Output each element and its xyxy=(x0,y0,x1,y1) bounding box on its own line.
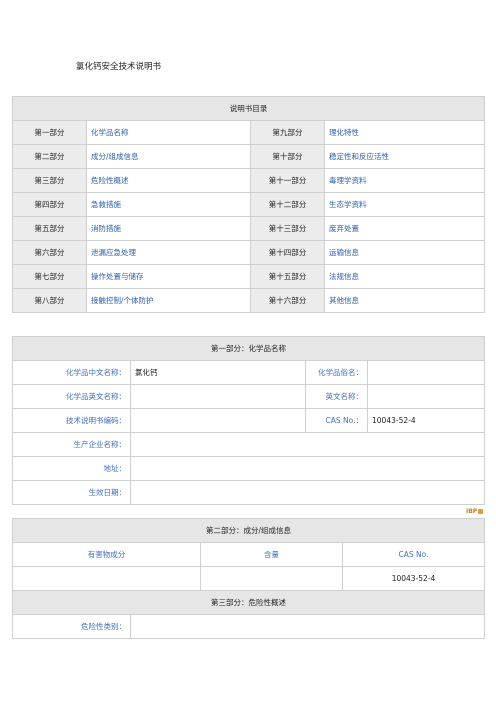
alias-value xyxy=(367,360,485,385)
part3-header: 第三部分：危险性概述 xyxy=(11,590,486,615)
toc-row: 第五部分 消防措施 第十三部分 废弃处置 xyxy=(12,216,485,241)
toc-part: 第七部分 xyxy=(12,264,87,289)
maker-value xyxy=(130,432,485,457)
toc-link[interactable]: 运输信息 xyxy=(324,240,485,265)
toc-row: 第七部分 操作处置与储存 第十五部分 法规信息 xyxy=(12,264,485,289)
toc-link[interactable]: 毒理学资料 xyxy=(324,168,485,193)
tech-code-label: 技术说明书编码： xyxy=(12,408,131,433)
col-content-header: 含量 xyxy=(200,542,343,567)
logo-mark-icon xyxy=(478,509,484,514)
tech-code-value xyxy=(130,408,306,433)
cn-name-value: 氯化钙 xyxy=(130,360,306,385)
toc-link[interactable]: 泄漏应急处理 xyxy=(86,240,251,265)
toc-part: 第十部分 xyxy=(250,144,325,169)
en-name-label: 化学品英文名称： xyxy=(12,384,131,409)
part2-3-table: 第二部分：成分/组成信息 有害物成分 含量 CAS No. 10043-52-4… xyxy=(11,518,486,639)
logo-text: IBP xyxy=(466,508,478,515)
toc-link[interactable]: 法规信息 xyxy=(324,264,485,289)
toc-link[interactable]: 急救措施 xyxy=(86,192,251,217)
toc-link[interactable]: 消防措施 xyxy=(86,216,251,241)
cas-value: 10043-52-4 xyxy=(367,408,485,433)
toc-link[interactable]: 理化特性 xyxy=(324,120,485,145)
toc-part: 第十一部分 xyxy=(250,168,325,193)
toc-part: 第三部分 xyxy=(12,168,87,193)
toc-link[interactable]: 其他信息 xyxy=(324,288,485,313)
component-cell xyxy=(12,566,201,591)
hazard-class-value xyxy=(129,614,486,639)
toc-row: 第二部分 成分/组成信息 第十部分 稳定性和反应活性 xyxy=(12,144,485,169)
cn-name-label: 化学品中文名称： xyxy=(12,360,131,385)
content-cell xyxy=(200,566,343,591)
toc-part: 第十四部分 xyxy=(250,240,325,265)
toc-row: 第三部分 危险性概述 第十一部分 毒理学资料 xyxy=(12,168,485,193)
toc-link[interactable]: 化学品名称 xyxy=(86,120,251,145)
alias-label: 化学品俗名： xyxy=(305,360,368,385)
toc-part: 第十二部分 xyxy=(250,192,325,217)
toc-row: 第四部分 急救措施 第十二部分 生态学资料 xyxy=(12,192,485,217)
toc-link[interactable]: 接触控制/个体防护 xyxy=(86,288,251,313)
toc-row: 第六部分 泄漏应急处理 第十四部分 运输信息 xyxy=(12,240,485,265)
toc-part: 第六部分 xyxy=(12,240,87,265)
toc-part: 第八部分 xyxy=(12,288,87,313)
toc-link[interactable]: 废弃处置 xyxy=(324,216,485,241)
toc-part: 第十三部分 xyxy=(250,216,325,241)
toc-part: 第四部分 xyxy=(12,192,87,217)
toc-part: 第十六部分 xyxy=(250,288,325,313)
part1-header: 第一部分：化学品名称 xyxy=(12,336,485,361)
toc-row: 第八部分 接触控制/个体防护 第十六部分 其他信息 xyxy=(12,288,485,313)
hazard-class-label: 危险性类别： xyxy=(12,614,131,639)
toc-part: 第一部分 xyxy=(12,120,87,145)
document-title: 氯化钙安全技术说明书 xyxy=(76,62,162,72)
toc-table: 说明书目录 第一部分 化学品名称 第九部分 理化特性 第二部分 成分/组成信息 … xyxy=(12,96,485,313)
toc-part: 第十五部分 xyxy=(250,264,325,289)
address-value xyxy=(130,456,485,481)
cas-cell: 10043-52-4 xyxy=(341,566,486,591)
en-value xyxy=(367,384,485,409)
en-name-value xyxy=(130,384,306,409)
en-label: 英文名称： xyxy=(305,384,368,409)
address-label: 地址： xyxy=(12,456,131,481)
ibp-logo: IBP xyxy=(466,508,484,515)
cas-label: CAS No.： xyxy=(305,408,368,433)
toc-link[interactable]: 生态学资料 xyxy=(324,192,485,217)
toc-part: 第九部分 xyxy=(250,120,325,145)
toc-part: 第五部分 xyxy=(12,216,87,241)
part1-table: 第一部分：化学品名称 化学品中文名称： 氯化钙 化学品俗名： 化学品英文名称： … xyxy=(12,336,485,505)
toc-row: 第一部分 化学品名称 第九部分 理化特性 xyxy=(12,120,485,145)
part2-header: 第二部分：成分/组成信息 xyxy=(11,518,486,543)
effective-date-label: 生效日期： xyxy=(12,480,131,505)
toc-link[interactable]: 操作处置与储存 xyxy=(86,264,251,289)
toc-link[interactable]: 成分/组成信息 xyxy=(86,144,251,169)
col-cas-header: CAS No. xyxy=(341,542,486,567)
effective-date-value xyxy=(130,480,485,505)
maker-label: 生产企业名称： xyxy=(12,432,131,457)
col-component-header: 有害物成分 xyxy=(12,542,201,567)
toc-part: 第二部分 xyxy=(12,144,87,169)
toc-link[interactable]: 稳定性和反应活性 xyxy=(324,144,485,169)
toc-header: 说明书目录 xyxy=(12,96,485,121)
toc-link[interactable]: 危险性概述 xyxy=(86,168,251,193)
